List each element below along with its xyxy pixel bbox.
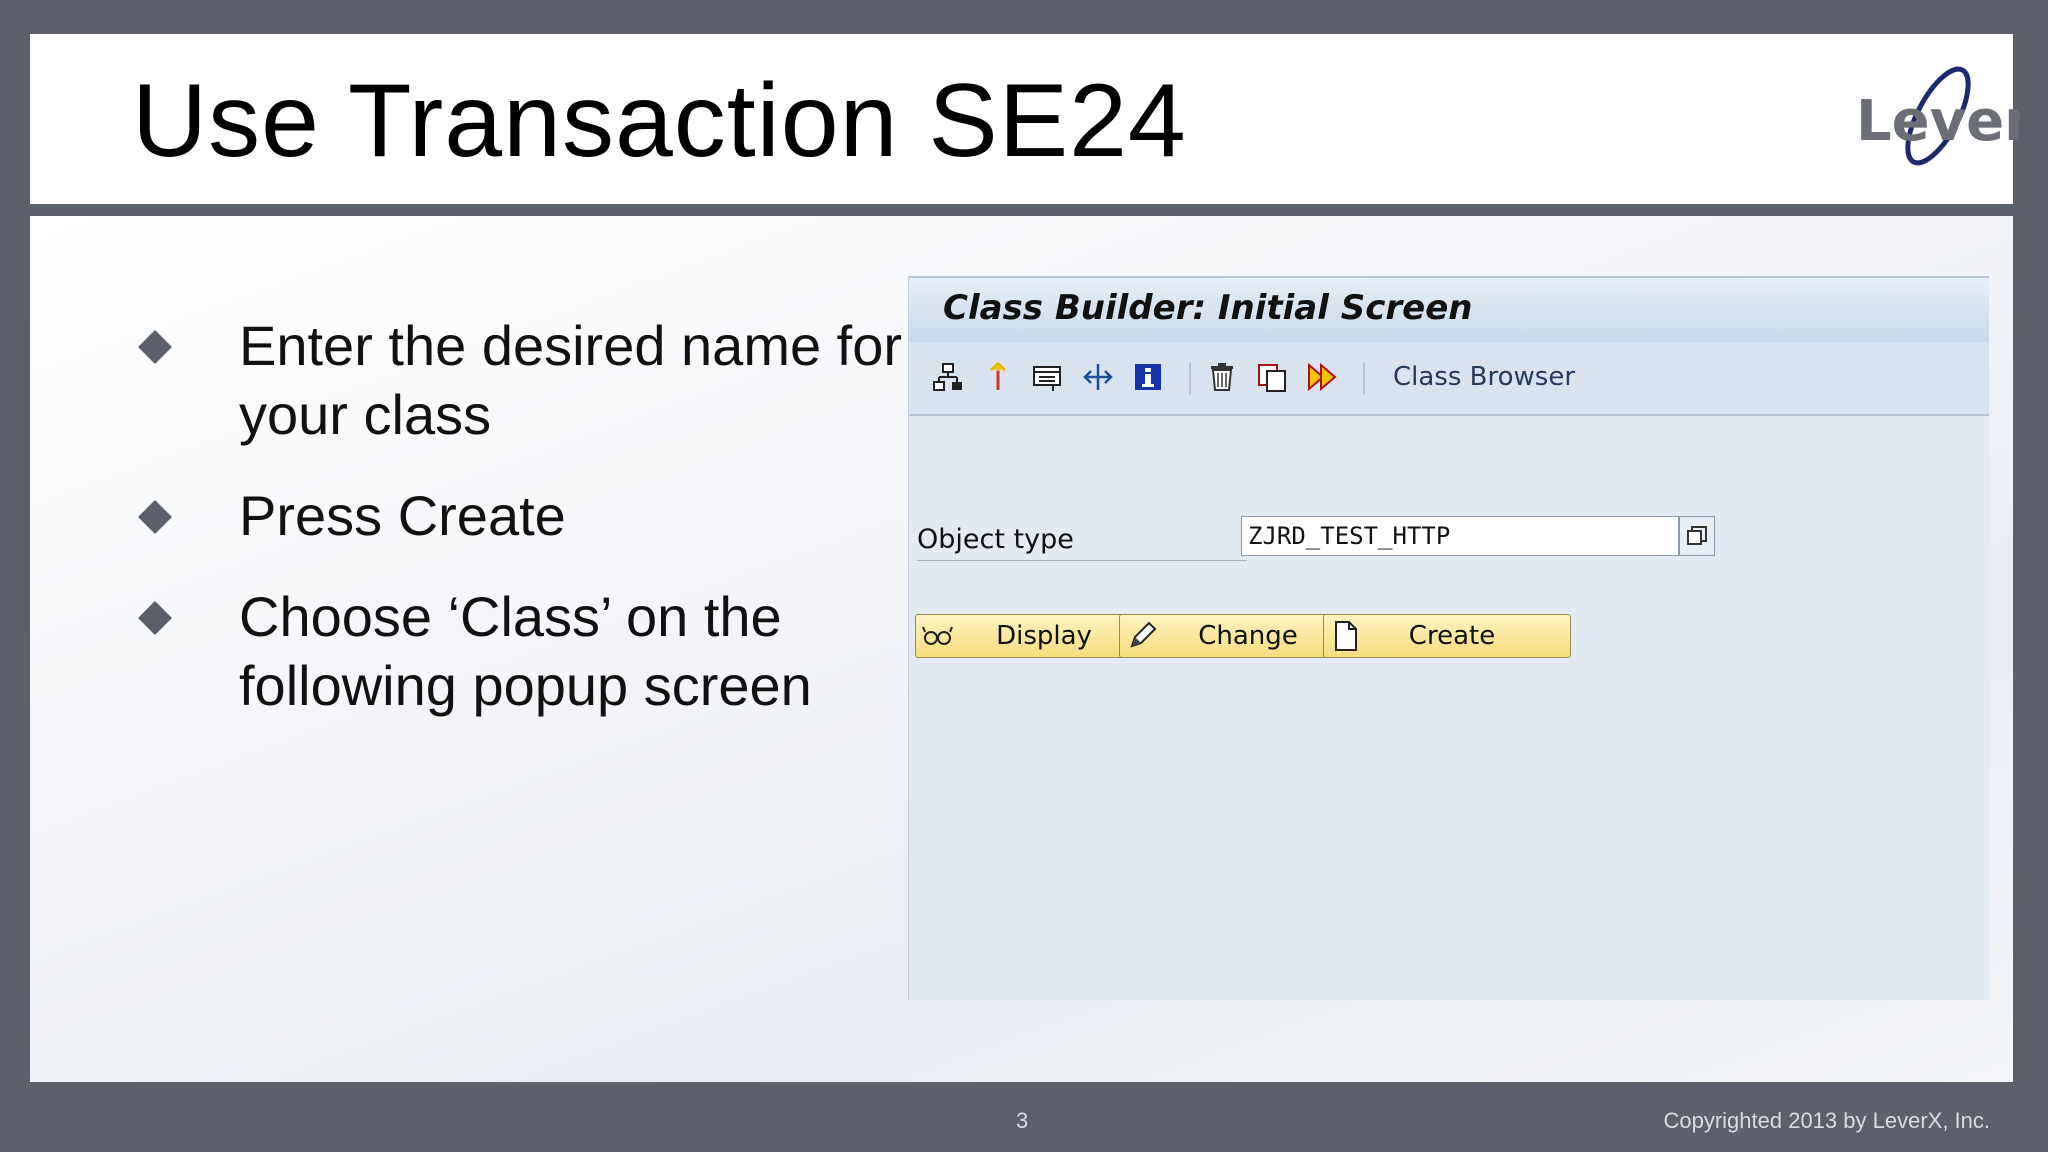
activate-icon[interactable]	[1303, 358, 1341, 396]
leverx-logo: LeverX	[1856, 66, 2020, 166]
slide-title: Use Transaction SE24	[132, 63, 1187, 179]
copyright-notice: Copyrighted 2013 by LeverX, Inc.	[1663, 1108, 1990, 1133]
page-number: 3	[1016, 1108, 1029, 1133]
bullet-list: Enter the desired name for your class Pr…	[135, 311, 935, 752]
bullet-item: Press Create	[135, 481, 935, 550]
glasses-icon	[920, 618, 956, 654]
title-area: Use Transaction SE24 LeverX	[30, 34, 2020, 204]
toolbar-separator	[1189, 362, 1191, 394]
diamond-bullet-icon	[138, 601, 172, 635]
bullet-text: Choose ‘Class’ on the following popup sc…	[239, 585, 812, 717]
new-document-icon	[1328, 618, 1364, 654]
copy-icon[interactable]	[1253, 358, 1291, 396]
bullet-text: Press Create	[239, 484, 566, 547]
sap-class-builder-window: Class Builder: Initial Screen Class Brow…	[908, 276, 1989, 1000]
diamond-bullet-icon	[138, 330, 172, 364]
where-used-icon[interactable]	[979, 358, 1017, 396]
value-help-button[interactable]	[1679, 516, 1715, 556]
toolbar-separator	[1363, 362, 1365, 394]
delete-icon[interactable]	[1203, 358, 1241, 396]
sap-application-toolbar: Class Browser	[909, 342, 1989, 416]
logo-text: LeverX	[1856, 89, 2020, 154]
create-button-label: Create	[1408, 621, 1496, 651]
sap-screen-title: Class Builder: Initial Screen	[943, 288, 1473, 328]
move-icon[interactable]	[1079, 358, 1117, 396]
bullet-item: Choose ‘Class’ on the following popup sc…	[135, 582, 935, 720]
value-help-icon	[1687, 526, 1707, 545]
bullet-item: Enter the desired name for your class	[135, 311, 935, 449]
bullet-text: Enter the desired name for your class	[239, 314, 903, 446]
hierarchy-icon[interactable]	[929, 358, 967, 396]
diamond-bullet-icon	[138, 500, 172, 534]
sap-title-bar: Class Builder: Initial Screen	[909, 276, 1989, 343]
slide: Use Transaction SE24 LeverX Enter the de…	[18, 34, 2025, 1082]
pencil-icon	[1124, 618, 1160, 654]
body-area: Enter the desired name for your class Pr…	[30, 216, 2013, 1082]
object-type-label: Object type	[917, 520, 1247, 561]
class-browser-button[interactable]: Class Browser	[1393, 362, 1575, 392]
object-type-input[interactable]	[1241, 516, 1679, 556]
info-icon[interactable]	[1129, 358, 1167, 396]
create-button[interactable]: Create	[1323, 614, 1571, 658]
display-object-list-icon[interactable]	[1029, 358, 1067, 396]
title-divider	[18, 204, 2025, 216]
